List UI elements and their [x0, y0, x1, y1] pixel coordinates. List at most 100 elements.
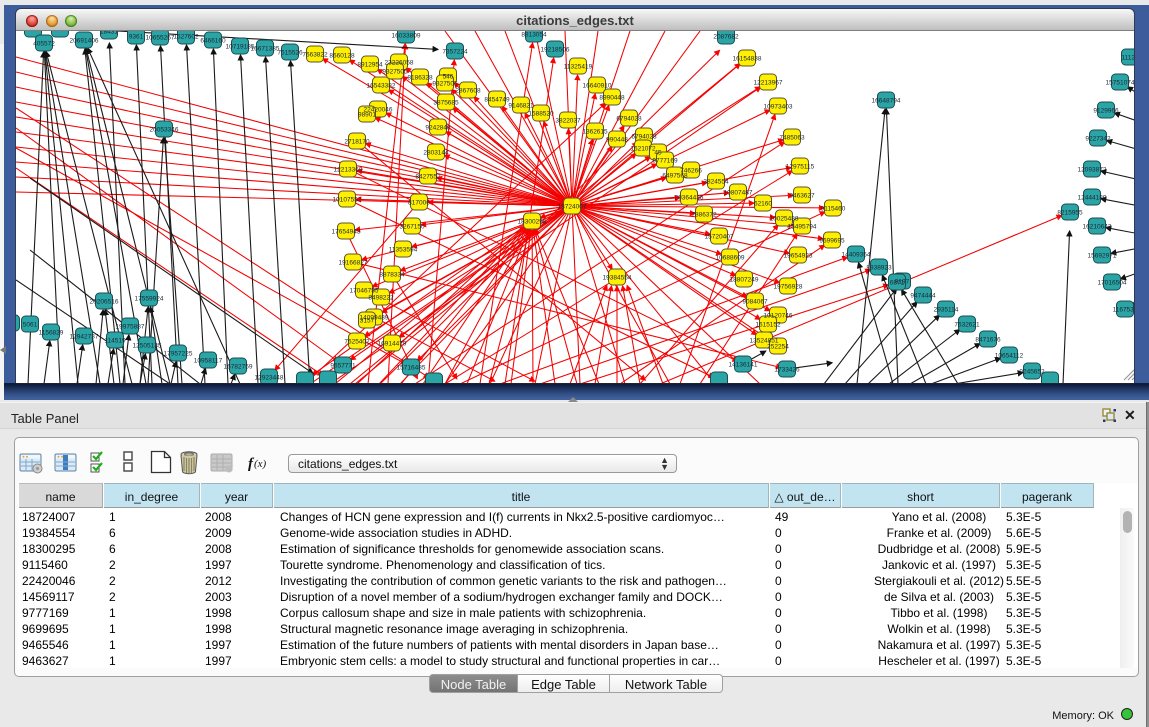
svg-text:12942737: 12942737: [70, 334, 99, 341]
svg-text:8498222: 8498222: [368, 295, 394, 302]
svg-text:16640910: 16640910: [583, 83, 612, 90]
svg-text:11123: 11123: [1121, 55, 1134, 62]
svg-text:16033809: 16033809: [392, 33, 421, 40]
svg-text:45: 45: [654, 150, 662, 157]
svg-text:8990448: 8990448: [599, 95, 625, 102]
svg-text:1588520: 1588520: [528, 111, 554, 118]
svg-text:18724007: 18724007: [558, 204, 587, 211]
svg-text:9361: 9361: [129, 34, 144, 41]
svg-text:7625402: 7625402: [344, 339, 370, 346]
svg-text:10120746: 10120746: [764, 313, 793, 320]
svg-text:6466160: 6466160: [200, 38, 226, 45]
svg-text:19218506: 19218506: [541, 47, 570, 54]
svg-text:10107552: 10107552: [333, 197, 362, 204]
svg-text:10654112: 10654112: [995, 353, 1024, 360]
svg-text:9129966: 9129966: [1093, 108, 1119, 115]
svg-text:1733426: 1733426: [774, 367, 800, 374]
svg-text:8471676: 8471676: [975, 337, 1001, 344]
svg-text:12213369: 12213369: [334, 167, 363, 174]
svg-text:1362615: 1362615: [582, 129, 608, 136]
svg-text:3822037: 3822037: [555, 118, 581, 125]
svg-text:10973403: 10973403: [764, 104, 793, 111]
svg-text:17016504: 17016504: [1098, 280, 1127, 287]
svg-text:15495794: 15495794: [788, 224, 817, 231]
svg-text:9245652: 9245652: [1019, 369, 1045, 376]
svg-text:16210643: 16210643: [1083, 224, 1112, 231]
svg-text:11325419: 11325419: [564, 64, 593, 71]
svg-text:2718170: 2718170: [344, 139, 370, 146]
svg-text:14409354: 14409354: [842, 252, 871, 259]
svg-text:5061: 5061: [23, 322, 38, 329]
svg-text:18431: 18431: [100, 31, 118, 36]
svg-text:8938923: 8938923: [866, 265, 892, 272]
svg-text:8912954: 8912954: [357, 62, 383, 69]
svg-text:20691406: 20691406: [70, 38, 99, 45]
svg-text:16782759: 16782759: [224, 364, 253, 371]
svg-text:9327505: 9327505: [382, 69, 408, 76]
svg-text:7485063: 7485063: [779, 135, 805, 142]
svg-text:10025488: 10025488: [770, 216, 799, 223]
svg-text:11353594: 11353594: [389, 247, 418, 254]
svg-text:19975887: 19975887: [116, 324, 145, 331]
svg-text:10958117: 10958117: [194, 358, 223, 365]
svg-text:1167533: 1167533: [1113, 307, 1134, 314]
svg-text:12213967: 12213967: [754, 80, 783, 87]
svg-text:990448: 990448: [606, 137, 628, 144]
svg-text:15751074: 15751074: [1106, 80, 1134, 87]
svg-text:9777169: 9777169: [652, 158, 678, 165]
svg-text:3157: 3157: [360, 318, 375, 325]
svg-text:7357224: 7357224: [442, 49, 468, 56]
svg-text:114519: 114519: [104, 338, 126, 345]
svg-text:17046755: 17046755: [350, 288, 379, 295]
svg-text:3875685: 3875685: [433, 100, 459, 107]
svg-text:817006: 817006: [408, 200, 430, 207]
svg-text:8454749: 8454749: [484, 97, 510, 104]
svg-text:17957225: 17957225: [164, 351, 193, 358]
svg-text:19654923: 19654923: [784, 253, 813, 260]
svg-text:405572: 405572: [33, 41, 55, 48]
svg-text:2087682: 2087682: [713, 34, 739, 41]
svg-text:546: 546: [443, 74, 454, 81]
svg-text:2803144: 2803144: [423, 150, 449, 157]
svg-text:17559924: 17559924: [135, 296, 164, 303]
svg-text:20053346: 20053346: [150, 127, 179, 134]
svg-text:19384554: 19384554: [603, 275, 632, 282]
svg-text:8813054: 8813054: [521, 32, 547, 39]
svg-text:20364436: 20364436: [675, 195, 704, 202]
svg-text:16154838: 16154838: [733, 56, 762, 63]
svg-text:9146821: 9146821: [508, 103, 534, 110]
svg-text:14136141: 14136141: [729, 362, 758, 369]
svg-text:8186328: 8186328: [407, 75, 433, 82]
svg-text:12444189: 12444189: [1078, 195, 1107, 202]
svg-text:6794028: 6794028: [616, 116, 642, 123]
svg-text:8215955: 8215955: [1057, 210, 1083, 217]
svg-text:15716485: 15716485: [397, 365, 426, 372]
svg-text:16648794: 16648794: [872, 98, 901, 105]
svg-text:9699695: 9699695: [819, 238, 845, 245]
svg-text:7515526: 7515526: [277, 50, 303, 57]
svg-text:19166827: 19166827: [339, 260, 368, 267]
svg-text:8660128: 8660128: [329, 53, 355, 60]
svg-text:3267150: 3267150: [399, 224, 425, 231]
svg-text:9657771: 9657771: [330, 363, 356, 370]
svg-text:18807249: 18807249: [730, 277, 759, 284]
svg-text:12505135: 12505135: [133, 343, 162, 350]
svg-text:6794028: 6794028: [631, 134, 657, 141]
svg-text:16671385: 16671385: [251, 46, 280, 53]
svg-text:8427552: 8427552: [415, 174, 441, 181]
svg-text:6871: 6871: [890, 280, 905, 287]
svg-text:19756928: 19756928: [774, 284, 803, 291]
svg-text:98901: 98901: [358, 112, 376, 119]
svg-text:10807487: 10807487: [724, 190, 753, 197]
svg-text:9463627: 9463627: [789, 193, 815, 200]
svg-text:17654943: 17654943: [332, 229, 361, 236]
svg-text:12975115: 12975115: [786, 164, 815, 171]
svg-text:62160: 62160: [754, 201, 772, 208]
svg-text:10688609: 10688609: [716, 255, 745, 262]
svg-text:8878334: 8878334: [379, 272, 405, 279]
svg-text:12923448: 12923448: [255, 375, 284, 382]
svg-text:2867608: 2867608: [455, 88, 481, 95]
svg-text:18300295: 18300295: [518, 219, 547, 226]
svg-text:9227342: 9227342: [1085, 136, 1111, 143]
svg-text:10655267: 10655267: [146, 35, 175, 42]
